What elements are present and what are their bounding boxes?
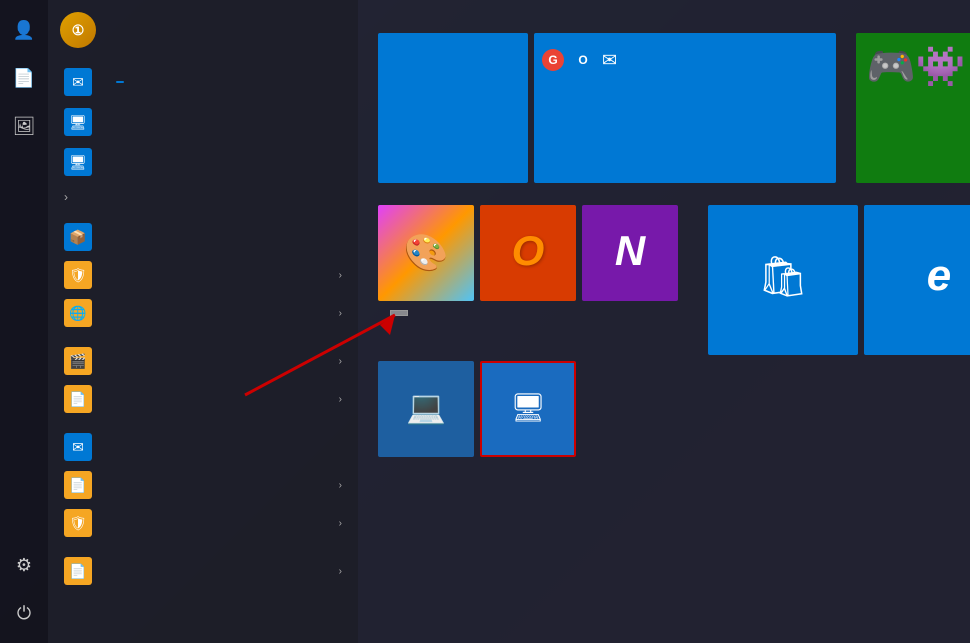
calendar-tile[interactable] — [378, 33, 528, 183]
control-panel-tile[interactable]: 🖥 — [480, 361, 576, 457]
boxoft-text — [102, 485, 329, 486]
onenote-tile[interactable]: N — [582, 205, 678, 301]
ms-edge-inner: e — [864, 205, 970, 355]
edge-icon: e — [927, 251, 951, 301]
left-panel: 👤 📄 🖼 ⚙ ⏻ ① ✉ — [0, 0, 358, 643]
app-bytefence[interactable]: 🛡 › — [48, 504, 358, 542]
bluemail-recent[interactable]: ✉ — [48, 62, 358, 102]
app-company[interactable]: 📄 › — [48, 552, 358, 590]
pc-icon: 💻 — [406, 388, 446, 426]
mail-tile[interactable]: G O ✉ — [534, 33, 836, 183]
boxoft-recent[interactable]: 🖥 — [48, 102, 358, 142]
app-list-content: ✉ 🖥 🖥 › � — [48, 50, 358, 643]
letter-a — [48, 332, 358, 342]
office-logo: O — [512, 227, 545, 275]
letter-hash — [48, 208, 358, 218]
app-list: ① ✉ 🖥 🖥 — [48, 0, 358, 643]
logo-circle: ① — [60, 12, 96, 48]
boxoft-icon: 🖥 — [64, 108, 92, 136]
tiles-area: G O ✉ 🎮👾 — [358, 0, 970, 643]
mail-icons: G O ✉ — [542, 49, 828, 71]
watermark: ① — [60, 12, 102, 48]
chevron-icon: › — [339, 270, 342, 281]
gdsmux-recent[interactable]: 🖥 — [48, 142, 358, 182]
avidemux-icon: 🎬 — [64, 347, 92, 375]
start-menu: 👤 📄 🖼 ⚙ ⏻ ① ✉ — [0, 0, 970, 643]
document-icon-btn[interactable]: 📄 — [4, 58, 44, 98]
chevron-icon-2: › — [339, 308, 342, 319]
boxoft-list-icon: 📄 — [64, 471, 92, 499]
power-icon-btn[interactable]: ⏻ — [4, 593, 44, 633]
chevron-icon-3: › — [339, 356, 342, 367]
company-icon: 📄 — [64, 557, 92, 585]
xbox-figures: 🎮👾 — [866, 43, 966, 90]
360safe-icon: 🛡 — [64, 261, 92, 289]
letter-c — [48, 542, 358, 552]
expand-header: › — [48, 182, 358, 208]
bluemail-text — [102, 447, 342, 448]
bytefence-text — [102, 523, 329, 524]
new-badge — [116, 81, 124, 83]
3dviewer-icon: 📦 — [64, 223, 92, 251]
settings-icon-btn[interactable]: ⚙ — [4, 545, 44, 585]
app-axpertsoft[interactable]: 📄 › — [48, 380, 358, 418]
ms-store-inner: 🛍 — [708, 205, 858, 355]
app-360browser[interactable]: 🌐 › — [48, 294, 358, 332]
app-boxoft[interactable]: 📄 › — [48, 466, 358, 504]
axpertsoft-text — [102, 399, 329, 400]
xbox-tile[interactable]: 🎮👾 — [856, 33, 970, 183]
axpertsoft-icon: 📄 — [64, 385, 92, 413]
office-tile[interactable]: O — [480, 205, 576, 301]
app-360safe[interactable]: 🛡 › — [48, 256, 358, 294]
bluemail-list-icon: ✉ — [64, 433, 92, 461]
user-icon-btn[interactable]: 👤 — [4, 10, 44, 50]
paint3d-icon: 🎨 — [404, 232, 449, 274]
360browser-icon: 🌐 — [64, 299, 92, 327]
store-icon: 🛍 — [758, 253, 809, 300]
image-icon-btn[interactable]: 🖼 — [4, 106, 44, 146]
letter-b — [48, 418, 358, 428]
bytefence-icon: 🛡 — [64, 509, 92, 537]
ms-store-tile[interactable]: 🛍 — [708, 205, 858, 355]
chevron-icon-7: › — [339, 566, 342, 577]
pc-tile[interactable]: 💻 — [378, 361, 474, 457]
app-avidemux[interactable]: 🎬 › — [48, 342, 358, 380]
recent-section-header — [48, 50, 358, 62]
app-3d-viewer[interactable]: 📦 — [48, 218, 358, 256]
onenote-logo: N — [615, 227, 645, 275]
onenote-inner: N — [582, 205, 678, 301]
left-icons-column: 👤 📄 🖼 ⚙ ⏻ — [0, 0, 48, 643]
xbox-content: 🎮👾 — [856, 33, 970, 183]
ms-edge-tile[interactable]: e — [864, 205, 970, 355]
mail-content: G O ✉ — [534, 33, 836, 183]
chevron-icon-5: › — [339, 480, 342, 491]
office-inner: O — [480, 205, 576, 301]
bluemail-icon: ✉ — [64, 68, 92, 96]
gdsmux-icon: 🖥 — [64, 148, 92, 176]
chevron-icon-4: › — [339, 394, 342, 405]
control-panel-icon: 🖥 — [510, 391, 546, 424]
paint3d-tile[interactable]: 🎨 — [378, 205, 474, 301]
chevron-icon-6: › — [339, 518, 342, 529]
app-bluemail[interactable]: ✉ — [48, 428, 358, 466]
